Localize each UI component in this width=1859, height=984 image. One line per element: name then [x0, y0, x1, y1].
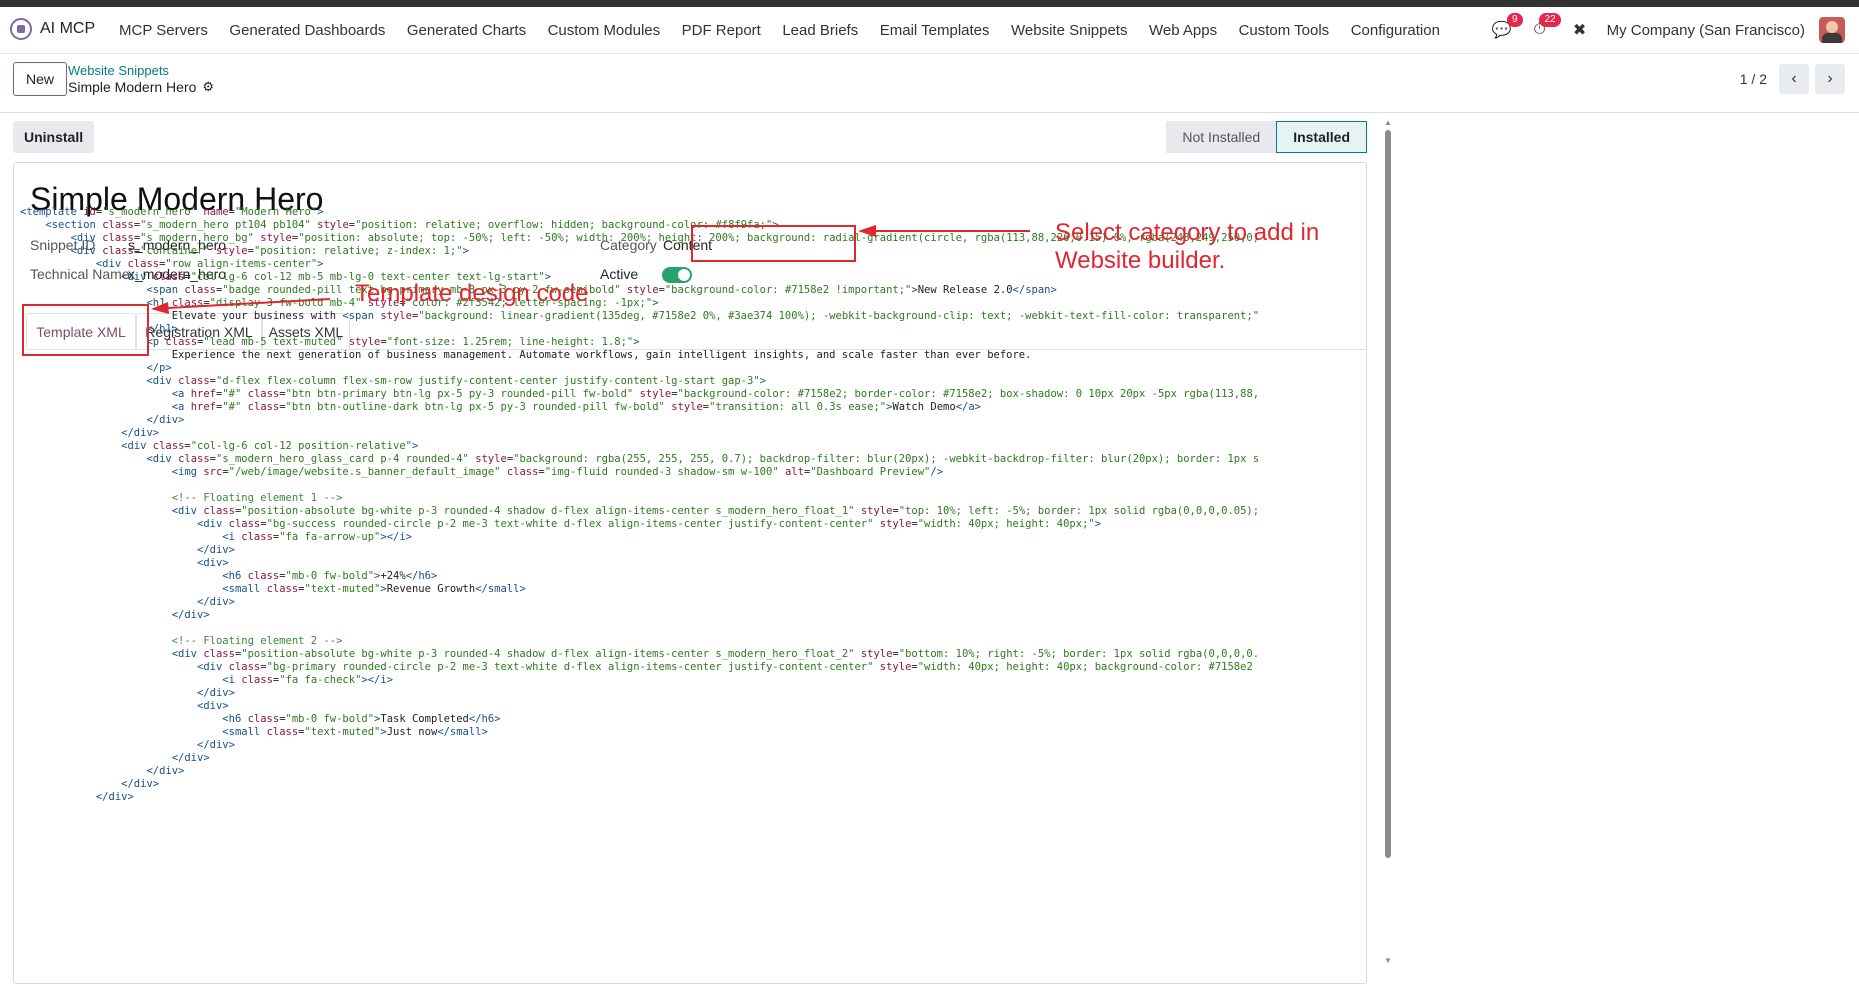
- template-arrow-line: [167, 298, 331, 309]
- annotation-arrows: [151, 225, 1030, 314]
- template-arrow-head: [151, 302, 169, 314]
- category-arrow-head: [858, 225, 876, 237]
